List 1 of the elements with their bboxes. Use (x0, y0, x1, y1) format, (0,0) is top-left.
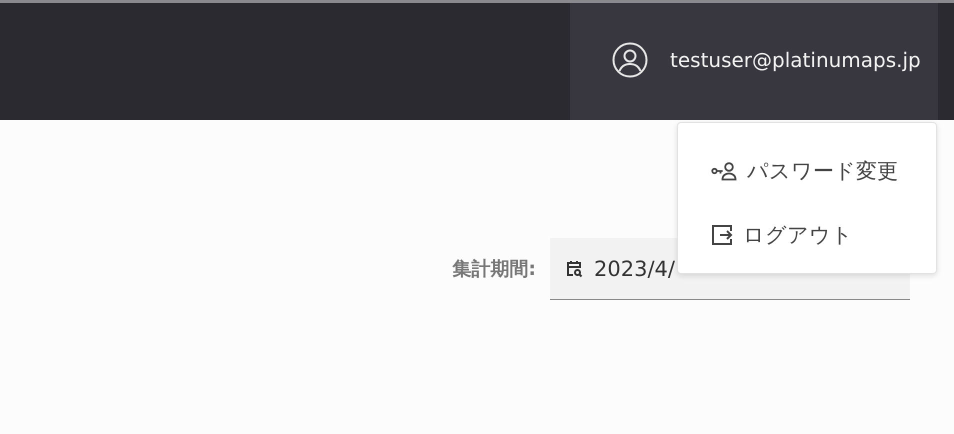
period-label: 集計期間: (452, 257, 536, 282)
